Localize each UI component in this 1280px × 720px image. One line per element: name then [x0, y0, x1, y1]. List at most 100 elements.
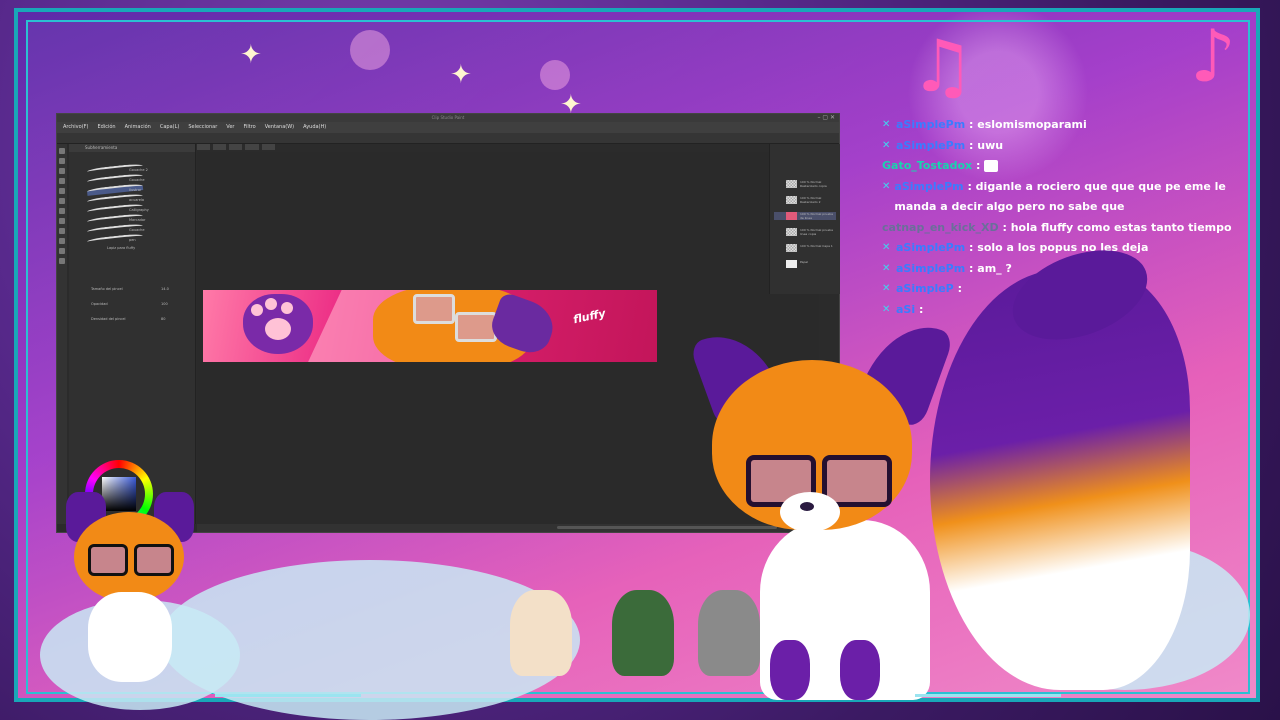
- tool-icon[interactable]: [59, 168, 65, 174]
- chat-username[interactable]: aSimplePm: [894, 180, 963, 193]
- chat-badge-icon: ✕: [882, 119, 891, 130]
- prop-opacity-value[interactable]: 100: [161, 302, 168, 306]
- menu-archivo[interactable]: Archivo(F): [63, 122, 88, 133]
- chat-badge-icon: ✕: [882, 262, 891, 274]
- chibi-avatar: [698, 590, 760, 676]
- fluffy-logo: fluffy: [572, 306, 607, 327]
- music-note-icon: ♪: [1190, 14, 1236, 98]
- canvas-tab[interactable]: [261, 144, 275, 150]
- chat-message: ✕ aSimplePm : eslomismoparami: [882, 118, 1087, 131]
- window-title: Clip Studio Paint: [57, 114, 839, 122]
- fox-muzzle: [780, 492, 840, 532]
- tool-icon[interactable]: [59, 238, 65, 244]
- fox-nose: [800, 502, 814, 511]
- chat-badge-icon: ✕: [882, 180, 891, 192]
- chat-username[interactable]: aSimplePm: [896, 118, 965, 131]
- menu-seleccionar[interactable]: Seleccionar: [188, 122, 217, 133]
- menu-filtro[interactable]: Filtro: [243, 122, 255, 133]
- frame-accent-line: [915, 694, 1061, 697]
- tool-icon[interactable]: [59, 148, 65, 154]
- brush-label[interactable]: pen: [129, 238, 136, 242]
- tool-icon[interactable]: [59, 228, 65, 234]
- tool-icon[interactable]: [59, 218, 65, 224]
- chat-username[interactable]: aSi: [896, 303, 915, 316]
- brush-label[interactable]: Ilustrar: [129, 188, 141, 192]
- chat-emote-icon: [984, 160, 999, 172]
- window-controls[interactable]: – ▢ ✕: [817, 114, 835, 121]
- layer-row[interactable]: 100 % Normal Rasterizado 2: [774, 196, 836, 204]
- horizontal-scrollbar[interactable]: [557, 526, 777, 529]
- layer-row[interactable]: 100 % Normal Rasterizado copia: [774, 180, 836, 188]
- dot-decoration: [350, 30, 390, 70]
- chat-username[interactable]: catnap_en_kick_XD: [882, 221, 999, 234]
- fox-paw-right: [840, 640, 880, 700]
- sparkle-icon: ✦: [240, 40, 262, 70]
- frame-accent-line: [215, 694, 361, 697]
- canvas-tab[interactable]: [197, 144, 211, 150]
- fox-paw-left: [770, 640, 810, 700]
- menu-bar: Archivo(F) Edición Animación Capa(L) Sel…: [57, 122, 839, 133]
- chat-username[interactable]: aSimplePm: [896, 139, 965, 152]
- glasses-art: [413, 294, 455, 324]
- tool-icon[interactable]: [59, 258, 65, 264]
- chat-message: ✕ aSimplePm : uwu: [882, 138, 1004, 152]
- prop-density-value[interactable]: 80: [161, 317, 165, 321]
- command-bar[interactable]: [57, 133, 839, 144]
- prop-brush-size-value[interactable]: 14.0: [161, 287, 169, 291]
- banner-artwork[interactable]: fluffy: [203, 290, 657, 362]
- chat-username[interactable]: aSimplePm: [896, 262, 965, 275]
- paw-art: [243, 294, 313, 354]
- tool-icon[interactable]: [59, 198, 65, 204]
- subtool-header: Subherramienta: [69, 144, 195, 152]
- tool-icon[interactable]: [59, 158, 65, 164]
- chat-text: eslomismoparami: [977, 118, 1087, 131]
- chat-text: uwu: [977, 138, 1004, 152]
- chat-message: Gato_Tostadox :: [882, 156, 1232, 177]
- layer-row-selected[interactable]: 100 % Normal prueba de linea: [774, 212, 836, 220]
- chibi-avatar: [612, 590, 674, 676]
- brush-label[interactable]: Gouache: [129, 178, 145, 182]
- layer-row[interactable]: Papel: [774, 260, 836, 268]
- brush-label[interactable]: Marcador: [129, 218, 145, 222]
- chat-badge-icon: ✕: [882, 303, 891, 315]
- menu-ayuda[interactable]: Ayuda(H): [303, 122, 326, 133]
- tool-icon[interactable]: [59, 208, 65, 214]
- chat-badge-icon: ✕: [882, 283, 891, 294]
- canvas-tab[interactable]: [229, 144, 243, 150]
- canvas-tab[interactable]: [245, 144, 259, 150]
- menu-ventana[interactable]: Ventana(W): [265, 122, 294, 133]
- chat-text: hola fluffy como estas tanto tiempo: [1010, 220, 1232, 234]
- canvas-tab[interactable]: [213, 144, 227, 150]
- brush-label[interactable]: Gouache: [129, 228, 145, 232]
- prop-density: Densidad del pincel: [91, 317, 126, 321]
- chat-username[interactable]: aSimpleP: [896, 282, 954, 295]
- chat-message: ✕ aSimplePm : diganle a rociero que que q…: [882, 179, 1226, 214]
- brush-label[interactable]: acuarela: [129, 198, 144, 202]
- menu-ver[interactable]: Ver: [226, 122, 234, 133]
- tool-icon[interactable]: [59, 188, 65, 194]
- music-note-icon: ♫: [910, 24, 975, 108]
- layer-panel: 100 % Normal Rasterizado copia 100 % Nor…: [769, 144, 840, 294]
- chat-badge-icon: ✕: [882, 242, 891, 253]
- subtool-panel: Subherramienta Gouache 2 Gouache Ilustra…: [69, 144, 196, 528]
- dot-decoration: [540, 60, 570, 90]
- chat-username[interactable]: aSimplePm: [896, 241, 965, 254]
- mini-fox-avatar: [60, 492, 200, 688]
- menu-edicion[interactable]: Edición: [97, 122, 115, 133]
- brush-label[interactable]: Lapiz para fluffy: [107, 246, 135, 250]
- brush-label[interactable]: Gouache 2: [129, 168, 148, 172]
- layer-row[interactable]: 100 % Normal Capa 1: [774, 244, 836, 252]
- chat-username[interactable]: Gato_Tostadox: [882, 159, 972, 172]
- chat-message: ✕ aSimplePm : solo a los popus no les dej…: [882, 241, 1149, 254]
- layer-row[interactable]: 100 % Normal prueba linea copia: [774, 228, 836, 236]
- menu-capa[interactable]: Capa(L): [160, 122, 179, 133]
- chat-text: am_ ?: [977, 261, 1012, 275]
- canvas-tabs: [197, 144, 275, 150]
- brush-label[interactable]: Calligraphy: [129, 208, 149, 212]
- prop-brush-size: Tamaño del pincel: [91, 287, 123, 291]
- glasses-art: [455, 312, 497, 342]
- menu-animacion[interactable]: Animación: [125, 122, 151, 133]
- tool-icon[interactable]: [59, 248, 65, 254]
- tool-icon[interactable]: [59, 178, 65, 184]
- prop-opacity: Opacidad: [91, 302, 108, 306]
